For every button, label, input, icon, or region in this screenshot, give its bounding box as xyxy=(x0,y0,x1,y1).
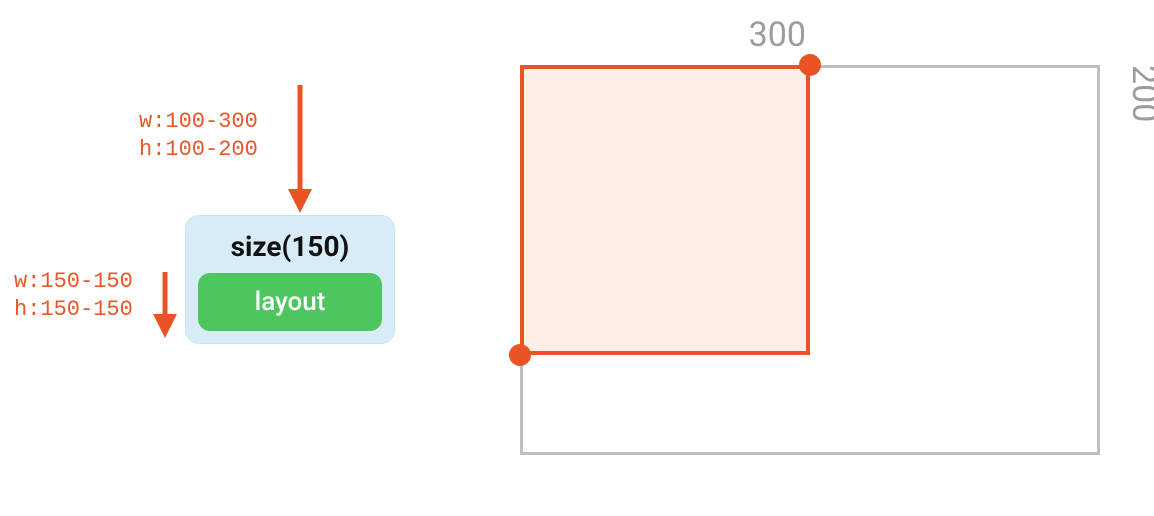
outer-width-label: 300 xyxy=(520,15,810,55)
layout-child-button: layout xyxy=(198,273,382,331)
outgoing-height-text: h:150-150 xyxy=(14,296,133,324)
arrow-down-outgoing-icon xyxy=(150,272,190,342)
handle-dot-top-right-icon xyxy=(799,54,821,76)
handle-dot-bottom-left-icon xyxy=(509,344,531,366)
size-node-title: size(150) xyxy=(198,230,382,263)
incoming-width-text: w:100-300 xyxy=(139,108,258,136)
arrow-down-incoming-icon xyxy=(285,85,325,215)
outgoing-width-text: w:150-150 xyxy=(14,268,133,296)
layout-illustration: 300 200 xyxy=(520,65,1120,465)
size-node-card: size(150) layout xyxy=(185,215,395,344)
incoming-height-text: h:100-200 xyxy=(139,136,258,164)
outer-height-label: 200 xyxy=(1124,65,1154,455)
outgoing-constraints-label: w:150-150 h:150-150 xyxy=(14,268,133,323)
resulting-size-box xyxy=(520,65,810,355)
incoming-constraints-label: w:100-300 h:100-200 xyxy=(139,108,258,163)
